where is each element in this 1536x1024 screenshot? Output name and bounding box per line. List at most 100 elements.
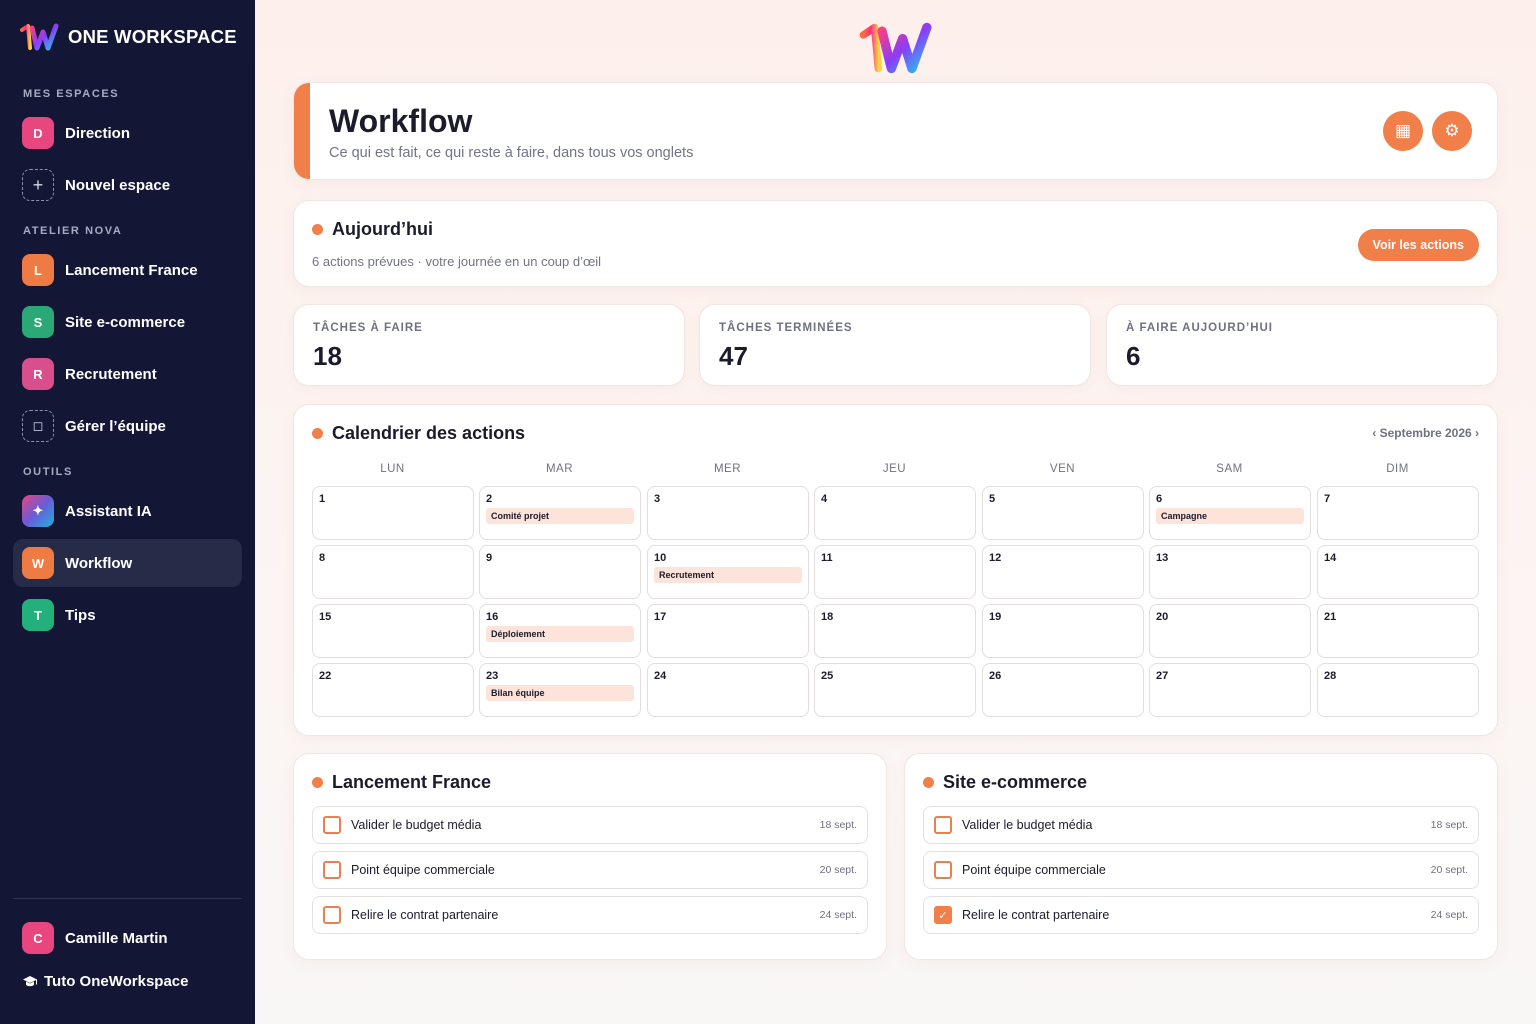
avatar: C xyxy=(22,922,54,954)
logo-icon xyxy=(20,23,59,51)
task-date: 18 sept. xyxy=(1430,819,1468,831)
sidebar-item-assistant-ia[interactable]: ✦ Assistant IA xyxy=(13,487,242,535)
status-dot xyxy=(312,428,323,439)
task-item[interactable]: Relire le contrat partenaire 24 sept. xyxy=(312,896,868,934)
task-item[interactable]: Valider le budget média 18 sept. xyxy=(312,806,868,844)
sidebar-item-workflow[interactable]: W Workflow xyxy=(13,539,242,587)
weekday-header: JEU xyxy=(882,463,907,475)
calendar-day[interactable]: 3 xyxy=(647,486,809,540)
task-date: 20 sept. xyxy=(1430,864,1468,876)
space-avatar: S xyxy=(22,306,54,338)
day-number: 7 xyxy=(1324,493,1331,505)
task-label: Point équipe commerciale xyxy=(351,863,495,877)
calendar-day[interactable]: 16 Déploiement xyxy=(479,604,641,658)
calendar-day[interactable]: 9 xyxy=(479,545,641,599)
stat-value: 18 xyxy=(313,341,342,371)
sidebar-item-lancement-france[interactable]: L Lancement France xyxy=(13,246,242,294)
calendar-event[interactable]: Bilan équipe xyxy=(486,685,634,701)
tuto-link[interactable]: Tuto OneWorkspace xyxy=(22,973,188,990)
logo-icon xyxy=(859,22,932,74)
day-number: 27 xyxy=(1156,670,1169,682)
task-item[interactable]: ✓ Relire le contrat partenaire 24 sept. xyxy=(923,896,1479,934)
task-item[interactable]: Point équipe commerciale 20 sept. xyxy=(312,851,868,889)
calendar-card: Calendrier des actions ‹ Septembre 2026 … xyxy=(293,404,1498,736)
calendar-day[interactable]: 2 Comité projet xyxy=(479,486,641,540)
space-avatar: W xyxy=(22,547,54,579)
stat-label: TÂCHES TERMINÉES xyxy=(719,322,853,334)
weekday-header: SAM xyxy=(1216,463,1243,475)
sparkle-icon: ✦ xyxy=(22,495,54,527)
calendar-day[interactable]: 22 xyxy=(312,663,474,717)
calendar-day[interactable]: 21 xyxy=(1317,604,1479,658)
brand[interactable]: ONE WORKSPACE xyxy=(20,22,237,52)
sidebar-item-recrutement[interactable]: R Recrutement xyxy=(13,350,242,398)
calendar-day[interactable]: 14 xyxy=(1317,545,1479,599)
calendar-day[interactable]: 18 xyxy=(814,604,976,658)
task-item[interactable]: Point équipe commerciale 20 sept. xyxy=(923,851,1479,889)
sidebar-item-site-ecommerce[interactable]: S Site e-commerce xyxy=(13,298,242,346)
today-card: Aujourd’hui 6 actions prévues · votre jo… xyxy=(293,200,1498,287)
calendar-day[interactable]: 4 xyxy=(814,486,976,540)
calendar-event[interactable]: Campagne xyxy=(1156,508,1304,524)
page-title: Workflow xyxy=(329,103,473,139)
calendar-day[interactable]: 25 xyxy=(814,663,976,717)
calendar-day[interactable]: 26 xyxy=(982,663,1144,717)
section-label-atelier-nova: ATELIER NOVA xyxy=(23,225,123,237)
header-accent xyxy=(294,83,310,179)
page-header: Workflow Ce qui est fait, ce qui reste à… xyxy=(293,82,1498,180)
user-profile[interactable]: C Camille Martin xyxy=(13,914,242,962)
calendar-day[interactable]: 5 xyxy=(982,486,1144,540)
calendar-day[interactable]: 6 Campagne xyxy=(1149,486,1311,540)
weekday-header: DIM xyxy=(1386,463,1409,475)
day-number: 18 xyxy=(821,611,834,623)
calendar-view-button[interactable]: ▦ xyxy=(1383,111,1423,151)
day-number: 11 xyxy=(821,552,833,564)
calendar-day[interactable]: 15 xyxy=(312,604,474,658)
calendar-event[interactable]: Recrutement xyxy=(654,567,802,583)
task-label: Relire le contrat partenaire xyxy=(351,908,499,922)
month-navigator[interactable]: ‹ Septembre 2026 › xyxy=(1372,426,1479,440)
sidebar-item-new-space[interactable]: + Nouvel espace xyxy=(13,161,242,209)
task-checkbox[interactable] xyxy=(323,816,341,834)
space-avatar: T xyxy=(22,599,54,631)
calendar-day[interactable]: 10 Recrutement xyxy=(647,545,809,599)
calendar-day[interactable]: 19 xyxy=(982,604,1144,658)
calendar-day[interactable]: 24 xyxy=(647,663,809,717)
task-item[interactable]: Valider le budget média 18 sept. xyxy=(923,806,1479,844)
day-number: 10 xyxy=(654,552,667,564)
day-number: 14 xyxy=(1324,552,1337,564)
calendar-day[interactable]: 13 xyxy=(1149,545,1311,599)
sidebar-item-label: Lancement France xyxy=(65,261,198,279)
day-number: 15 xyxy=(319,611,332,623)
calendar-day[interactable]: 20 xyxy=(1149,604,1311,658)
calendar-day[interactable]: 1 xyxy=(312,486,474,540)
day-number: 2 xyxy=(486,493,493,505)
gear-icon: ⚙ xyxy=(1444,121,1460,140)
task-checkbox[interactable] xyxy=(323,906,341,924)
calendar-day[interactable]: 28 xyxy=(1317,663,1479,717)
weekday-header: MAR xyxy=(545,463,574,475)
sidebar-item-label: Site e-commerce xyxy=(65,313,186,331)
view-actions-button[interactable]: Voir les actions xyxy=(1357,229,1479,261)
day-number: 4 xyxy=(821,493,828,505)
sidebar-item-tips[interactable]: T Tips xyxy=(13,591,242,639)
calendar-day[interactable]: 12 xyxy=(982,545,1144,599)
task-checkbox[interactable] xyxy=(934,816,952,834)
task-checkbox[interactable] xyxy=(934,861,952,879)
sidebar-item-direction[interactable]: D Direction xyxy=(13,109,242,157)
calendar-event[interactable]: Comité projet xyxy=(486,508,634,524)
space-avatar: D xyxy=(22,117,54,149)
task-checkbox-checked[interactable]: ✓ xyxy=(934,906,952,924)
calendar-day[interactable]: 27 xyxy=(1149,663,1311,717)
sidebar-item-manage-team[interactable]: ◻ Gérer l’équipe xyxy=(13,402,242,450)
space-avatar: L xyxy=(22,254,54,286)
task-checkbox[interactable] xyxy=(323,861,341,879)
calendar-event[interactable]: Déploiement xyxy=(486,626,634,642)
settings-button[interactable]: ⚙ xyxy=(1432,111,1472,151)
task-list-lancement-france: Lancement France Valider le budget média… xyxy=(293,753,887,960)
calendar-day[interactable]: 7 xyxy=(1317,486,1479,540)
calendar-day[interactable]: 17 xyxy=(647,604,809,658)
calendar-day[interactable]: 11 xyxy=(814,545,976,599)
calendar-day[interactable]: 23 Bilan équipe xyxy=(479,663,641,717)
calendar-day[interactable]: 8 xyxy=(312,545,474,599)
